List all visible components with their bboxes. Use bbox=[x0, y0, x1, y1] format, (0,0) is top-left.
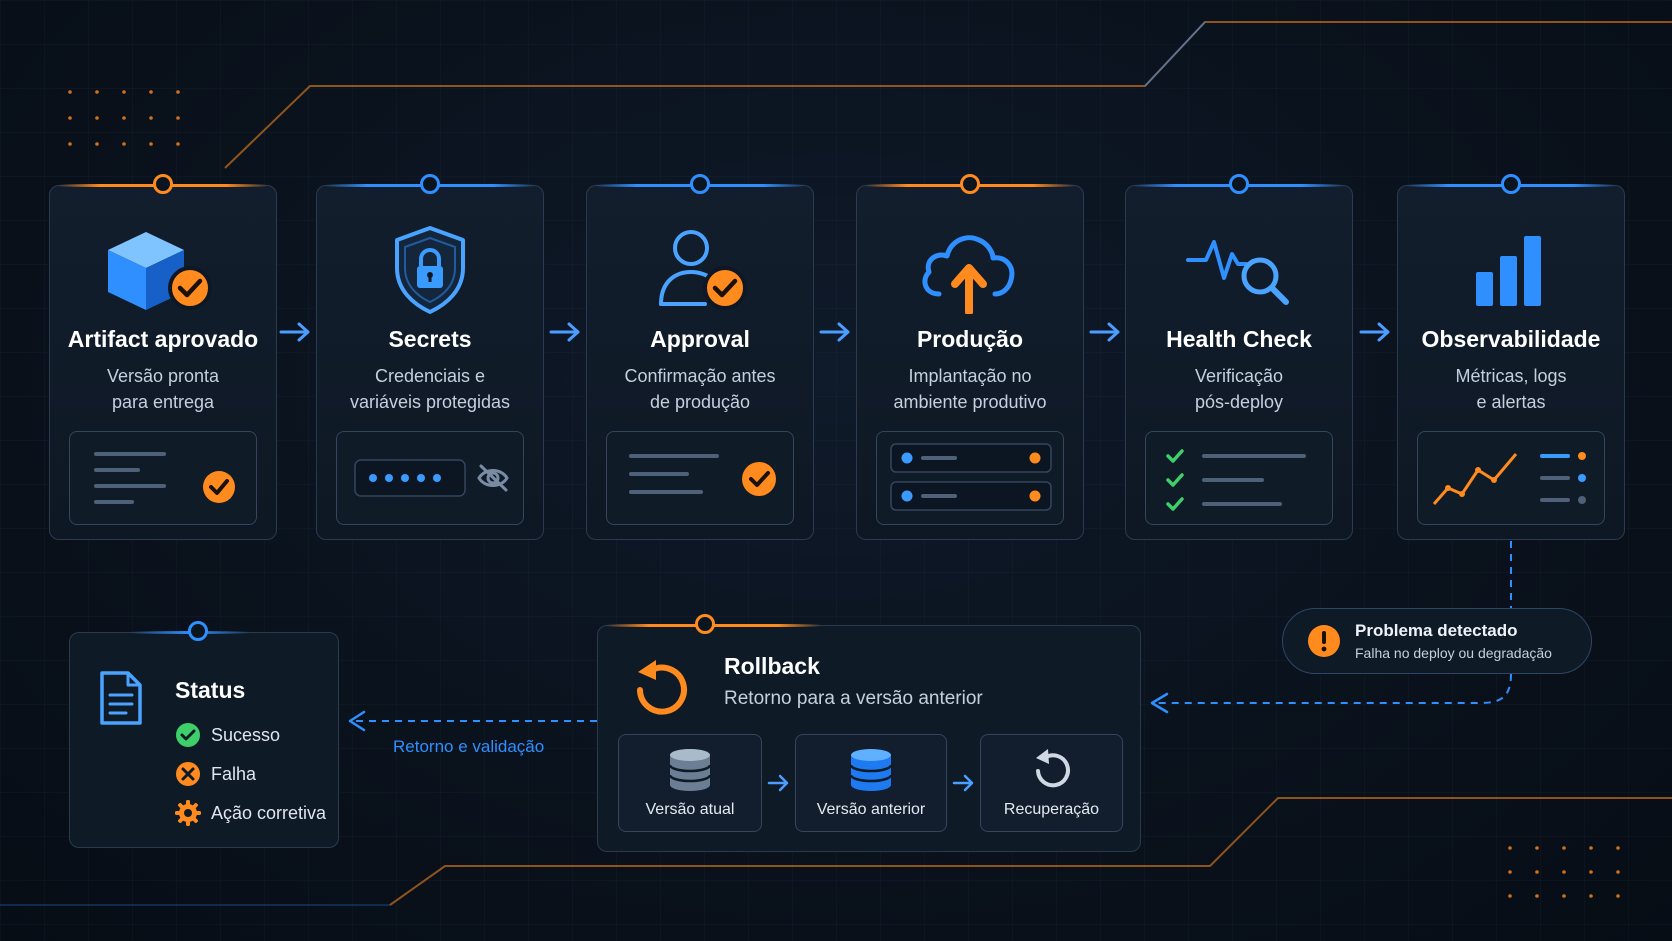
checklist-panel bbox=[1145, 431, 1333, 525]
failure-x-icon bbox=[176, 762, 200, 786]
server-status-panel bbox=[876, 431, 1064, 525]
flow-arrow bbox=[819, 322, 850, 342]
step-title: Produção bbox=[916, 326, 1024, 352]
rollback-step-label: Versão anterior bbox=[816, 801, 926, 818]
rollback-refresh-icon bbox=[637, 660, 687, 715]
rollback-panel[interactable]: Rollback Retorno para a versão anterior … bbox=[597, 614, 1141, 852]
step-description: Implantação no ambiente produtivo bbox=[893, 366, 1047, 412]
success-check-icon bbox=[176, 723, 200, 747]
document-preview-panel bbox=[69, 431, 257, 525]
problem-detected-alert[interactable]: Problema detectado Falha no deploy ou de… bbox=[1282, 608, 1592, 674]
rollback-step-label: Versão atual bbox=[645, 801, 735, 818]
connector-node bbox=[188, 621, 208, 641]
refresh-icon bbox=[1035, 749, 1070, 788]
return-validation-label: Retorno e validação bbox=[393, 737, 545, 756]
connector-node bbox=[1501, 174, 1521, 194]
status-title: Status bbox=[175, 677, 246, 703]
gear-icon bbox=[175, 800, 201, 826]
step-description: Verificação pós-deploy bbox=[1194, 366, 1284, 412]
rollback-title: Rollback bbox=[724, 653, 820, 679]
document-preview-panel bbox=[606, 431, 794, 525]
database-blue-icon bbox=[849, 749, 893, 791]
step-description: Métricas, logs e alertas bbox=[1455, 366, 1567, 412]
rollback-step-versao-anterior[interactable]: Versão anterior bbox=[795, 734, 947, 832]
shield-lock-icon bbox=[395, 226, 465, 314]
step-card-artifact[interactable]: Artifact aprovado Versão pronta para entr… bbox=[49, 174, 277, 540]
connector-node bbox=[420, 174, 440, 194]
flow-arrow bbox=[1359, 322, 1390, 342]
user-check-icon bbox=[659, 230, 747, 310]
status-item-acao-corretiva: Ação corretiva bbox=[175, 799, 326, 827]
step-description: Credenciais e variáveis protegidas bbox=[349, 366, 511, 412]
flow-arrow bbox=[279, 322, 310, 342]
status-item-label: Sucesso bbox=[211, 724, 281, 745]
status-item-label: Ação corretiva bbox=[211, 802, 327, 823]
connector-node bbox=[153, 174, 173, 194]
step-description: Confirmação antes de produção bbox=[624, 366, 776, 412]
flow-arrow bbox=[1089, 322, 1120, 342]
connector-node bbox=[1229, 174, 1249, 194]
status-item-label: Falha bbox=[211, 763, 257, 784]
step-card-observabilidade[interactable]: Observabilidade Métricas, logs e alertas bbox=[1397, 174, 1625, 540]
problem-title: Problema detectado bbox=[1355, 621, 1518, 640]
flow-arrow bbox=[952, 774, 974, 792]
rollback-step-recuperacao[interactable]: Recuperação bbox=[980, 734, 1123, 832]
rollback-subtitle: Retorno para a versão anterior bbox=[724, 688, 983, 709]
masked-password-panel bbox=[336, 431, 524, 525]
bar-chart-icon bbox=[1476, 236, 1541, 306]
step-title: Health Check bbox=[1166, 326, 1312, 352]
database-gray-icon bbox=[668, 749, 712, 791]
cube-check-icon bbox=[108, 232, 212, 310]
status-item-falha: Falha bbox=[175, 760, 256, 788]
problem-subtitle: Falha no deploy ou degradação bbox=[1355, 645, 1552, 661]
cloud-upload-icon bbox=[922, 235, 1015, 314]
metrics-panel bbox=[1417, 431, 1605, 525]
status-item-sucesso: Sucesso bbox=[175, 721, 280, 749]
flow-arrow bbox=[549, 322, 580, 342]
step-card-secrets[interactable]: Secrets Credenciais e variáveis protegida… bbox=[316, 174, 544, 540]
connector-node bbox=[695, 614, 715, 634]
step-card-health-check[interactable]: Health Check Verificação pós-deploy bbox=[1125, 174, 1353, 540]
warning-icon bbox=[1308, 625, 1340, 657]
connector-node bbox=[690, 174, 710, 194]
rollback-step-label: Recuperação bbox=[1003, 801, 1100, 818]
step-card-producao[interactable]: Produção Implantação no ambiente produtiv… bbox=[856, 174, 1084, 540]
rollback-step-versao-atual[interactable]: Versão atual bbox=[618, 734, 762, 832]
step-title: Observabilidade bbox=[1421, 326, 1601, 352]
step-title: Artifact aprovado bbox=[67, 326, 259, 352]
status-legend-panel: Status Sucesso Falha Ação corretiva bbox=[69, 621, 339, 848]
connector-node bbox=[960, 174, 980, 194]
pulse-search-icon bbox=[1186, 240, 1289, 305]
step-title: Approval bbox=[650, 326, 750, 352]
eye-off-icon bbox=[477, 464, 509, 492]
step-description: Versão pronta para entrega bbox=[106, 366, 220, 412]
step-card-approval[interactable]: Approval Confirmação antes de produção bbox=[586, 174, 814, 540]
step-title: Secrets bbox=[388, 326, 472, 352]
flow-arrow bbox=[767, 774, 789, 792]
document-icon bbox=[100, 671, 142, 725]
